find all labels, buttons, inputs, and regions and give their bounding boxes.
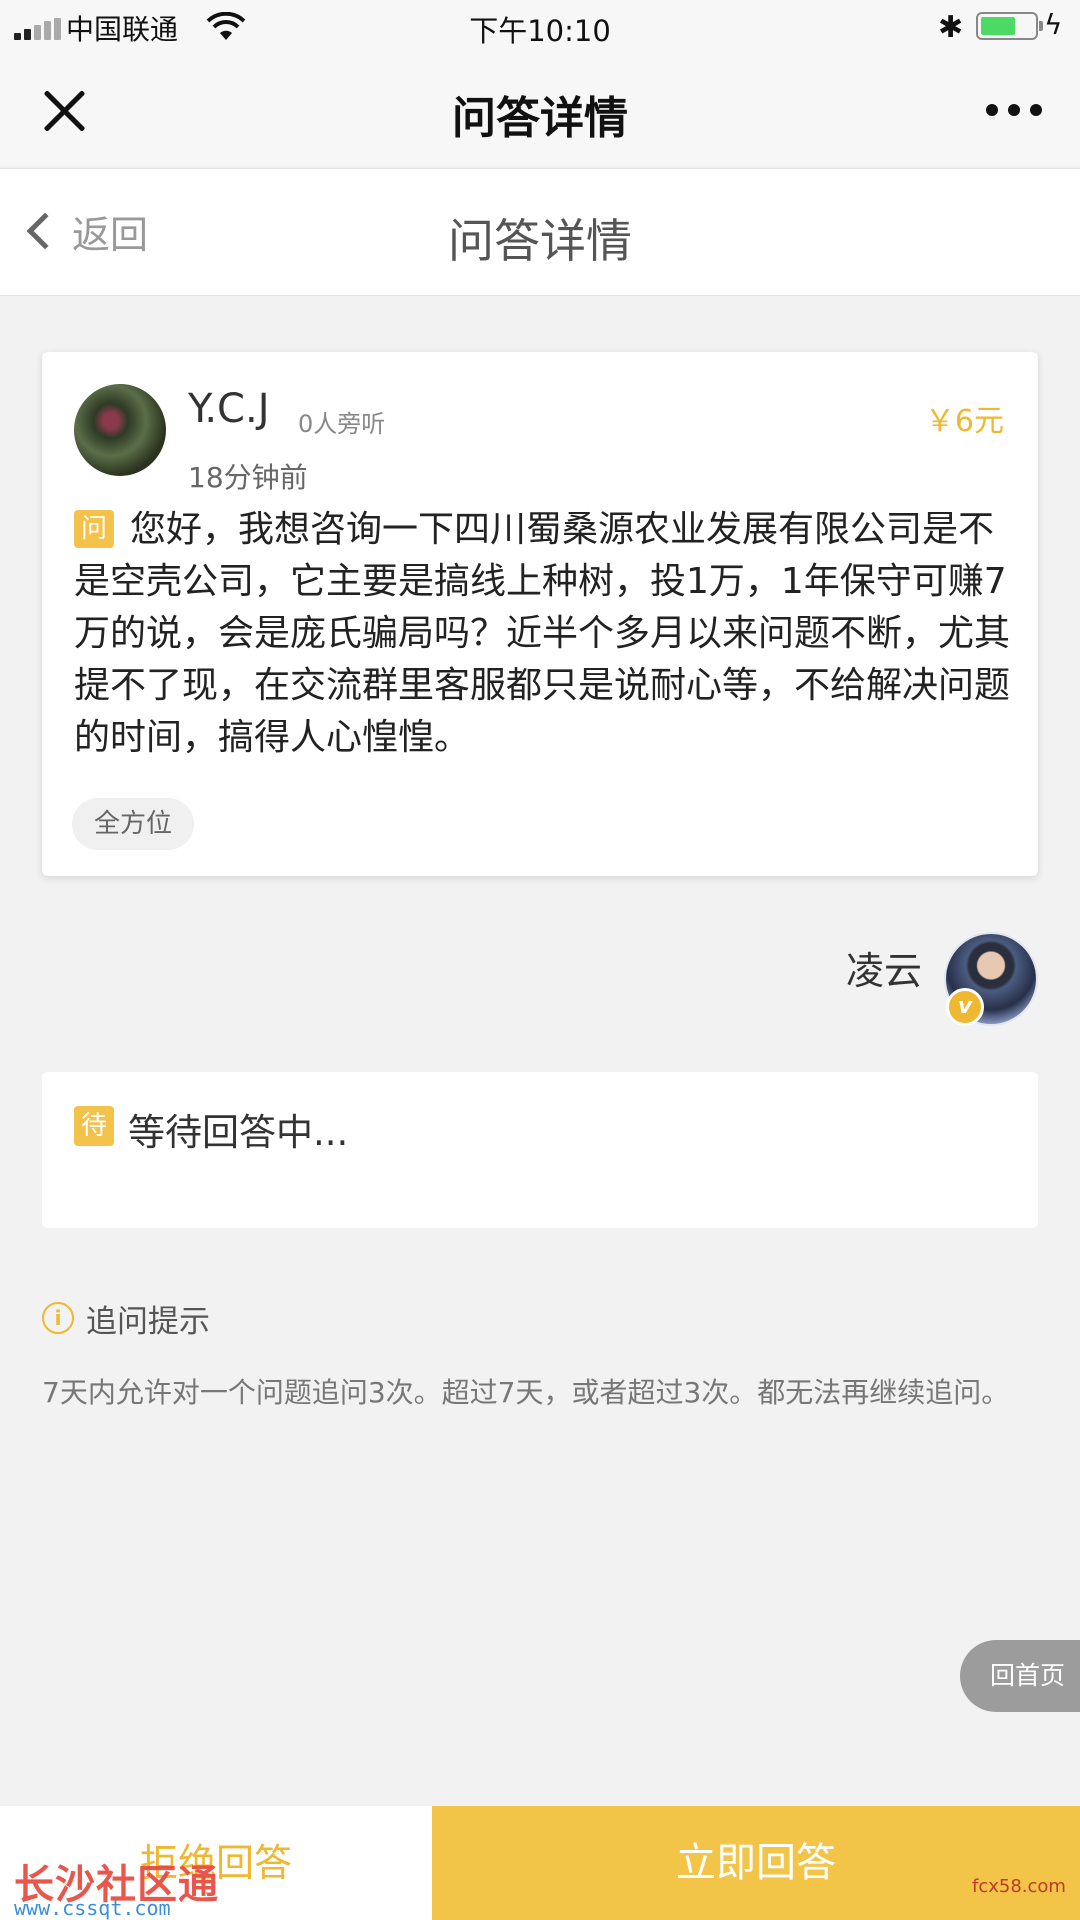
answer-status-card: 待 等待回答中... (42, 1072, 1038, 1228)
question-tag-icon: 问 (74, 510, 114, 548)
asker-name[interactable]: Y.C.J (188, 386, 269, 432)
wechat-nav-bar: 问答详情 (0, 56, 1080, 166)
bluetooth-icon: ✱ (938, 10, 964, 45)
page-title: 问答详情 (448, 214, 632, 268)
question-card: Y.C.J 0人旁听 18分钟前 ￥6元 您好，我想咨询一下四川蜀桑源农业发展有… (42, 352, 1038, 876)
waiting-text: 等待回答中... (128, 1111, 349, 1154)
tip-title: 追问提示 (86, 1304, 210, 1340)
more-dots-icon[interactable] (986, 104, 1042, 118)
question-time: 18分钟前 (188, 461, 308, 494)
home-button[interactable]: 回首页 (960, 1640, 1080, 1712)
verified-badge-icon: v (946, 988, 984, 1026)
listener-count: 0人旁听 (298, 410, 386, 438)
status-bar: 中国联通 下午10:10 ✱ ϟ (0, 0, 1080, 56)
answerer-name[interactable]: 凌云 (846, 940, 922, 995)
battery-icon (976, 12, 1043, 40)
info-icon: i (42, 1302, 74, 1334)
question-text: 您好，我想咨询一下四川蜀桑源农业发展有限公司是不是空壳公司，它主要是搞线上种树，… (74, 509, 1011, 758)
nav-title: 问答详情 (452, 93, 628, 144)
watermark-right: fcx58.com (972, 1876, 1066, 1897)
watermark-url: www.cssqt.com (14, 1896, 171, 1920)
status-time: 下午10:10 (469, 14, 611, 48)
asker-avatar[interactable] (74, 384, 166, 476)
tip-text: 7天内允许对一个问题追问3次。超过7天，或者超过3次。都无法再继续追问。 (42, 1376, 1010, 1409)
answer-now-button[interactable]: 立即回答 (432, 1806, 1080, 1920)
category-tag[interactable]: 全方位 (72, 798, 195, 850)
question-price: ￥6元 (924, 404, 1004, 439)
page-header: 返回 问答详情 (0, 168, 1080, 296)
pending-tag-icon: 待 (74, 1106, 114, 1146)
charging-icon: ϟ (1044, 8, 1063, 41)
